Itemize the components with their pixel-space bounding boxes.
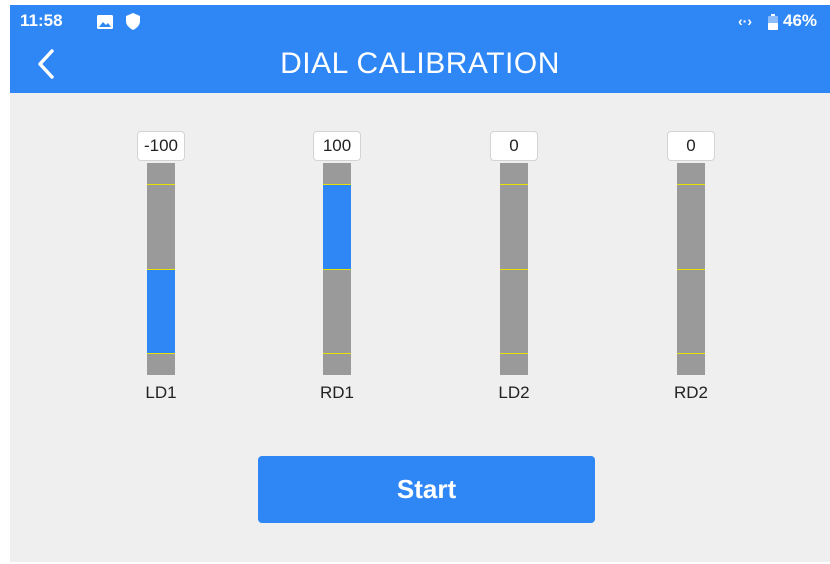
marker-center — [677, 269, 705, 270]
marker-center — [500, 269, 528, 270]
marker-center — [323, 269, 351, 270]
dial-value: 0 — [667, 131, 715, 161]
image-icon — [97, 15, 113, 29]
shield-icon — [126, 13, 140, 30]
marker-top — [677, 184, 705, 185]
marker-bottom — [147, 353, 175, 354]
status-time: 11:58 — [20, 11, 63, 30]
dial-bar — [323, 163, 351, 375]
signal-arrows-icon: ‹·› — [738, 13, 752, 29]
marker-bottom — [677, 353, 705, 354]
dial-label: RD1 — [319, 383, 354, 402]
dial-fill — [323, 184, 351, 269]
marker-top — [500, 184, 528, 185]
dial-value: 100 — [313, 131, 361, 161]
marker-top — [147, 184, 175, 185]
start-button[interactable]: Start — [258, 456, 595, 523]
dial-fill — [147, 269, 175, 353]
dial-label: RD2 — [673, 383, 708, 402]
dial-label: LD2 — [498, 383, 530, 402]
calibration-screen: 11:58 ‹·› 46% DIAL CALIBRATION -100 LD1 … — [10, 5, 830, 562]
dial-value: 0 — [490, 131, 538, 161]
marker-top — [323, 184, 351, 185]
dial-bar — [147, 163, 175, 375]
battery-percentage: 46% — [783, 11, 818, 30]
battery-icon — [768, 14, 778, 30]
dial-bar — [500, 163, 528, 375]
dial-label: LD1 — [145, 383, 177, 402]
marker-bottom — [323, 353, 351, 354]
marker-center — [147, 269, 175, 270]
dial-bar — [677, 163, 705, 375]
header-bar: 11:58 ‹·› 46% DIAL CALIBRATION — [10, 5, 830, 93]
marker-bottom — [500, 353, 528, 354]
dial-value: -100 — [137, 131, 185, 161]
page-title: DIAL CALIBRATION — [280, 47, 560, 80]
